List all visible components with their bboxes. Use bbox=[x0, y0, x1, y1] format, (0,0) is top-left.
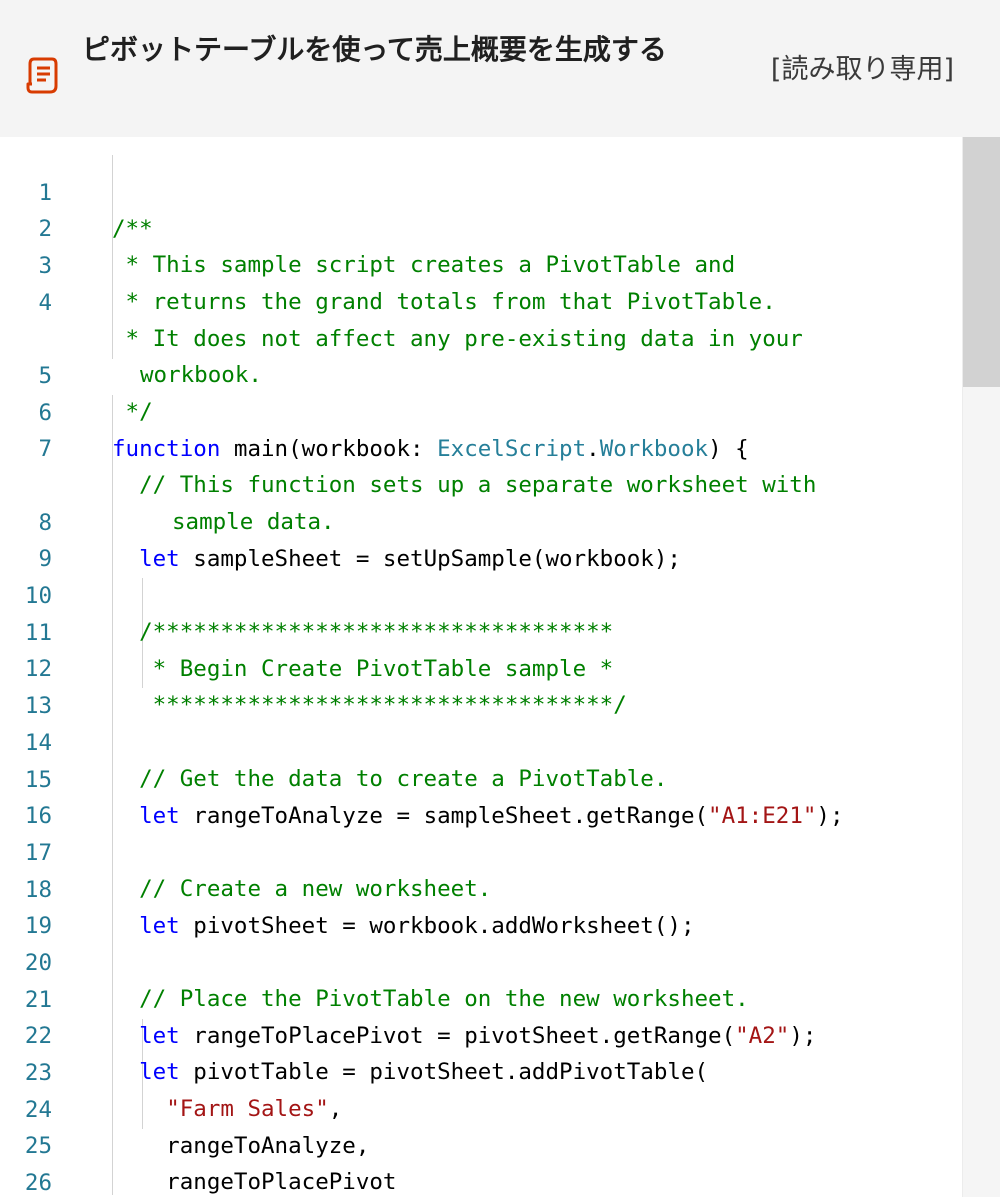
code-line: 2 * This sample script creates a PivotTa… bbox=[0, 175, 735, 278]
code-line: 21 let rangeToPlacePivot = pivotSheet.ge… bbox=[0, 946, 817, 1049]
code-text: let sampleSheet = setUpSample(workbook); bbox=[139, 546, 681, 572]
script-title: ピボットテーブルを使って売上概要を生成する bbox=[82, 33, 667, 66]
code-line: 11 * Begin Create PivotTable sample * bbox=[0, 579, 613, 682]
code-line: 19 bbox=[0, 872, 54, 939]
code-line: 6 function main(workbook: ExcelScript.Wo… bbox=[0, 359, 748, 462]
code-line: 1 /** bbox=[0, 139, 152, 242]
code-line: 24 rangeToAnalyze, bbox=[0, 1056, 369, 1159]
code-line: 8 let sampleSheet = setUpSample(workbook… bbox=[0, 469, 681, 572]
code-text: * This sample script creates a PivotTabl… bbox=[112, 252, 736, 278]
vertical-scrollbar[interactable] bbox=[962, 137, 1000, 1197]
code-text: let rangeToAnalyze = sampleSheet.getRang… bbox=[139, 803, 844, 829]
script-file-icon bbox=[26, 57, 58, 94]
code-line: 17 // Create a new worksheet. bbox=[0, 799, 491, 902]
code-line-wrap: workbook. bbox=[0, 285, 262, 388]
code-text: **********************************/ bbox=[112, 692, 627, 718]
code-line: 18 let pivotSheet = workbook.addWorkshee… bbox=[0, 836, 695, 939]
script-header: ピボットテーブルを使って売上概要を生成する [読み取り専用] bbox=[0, 0, 1000, 137]
code-line: 12 **********************************/ bbox=[0, 615, 627, 718]
code-text: sample data. bbox=[172, 509, 335, 535]
code-line: 20 // Place the PivotTable on the new wo… bbox=[0, 909, 749, 1012]
code-text: * Begin Create PivotTable sample * bbox=[112, 656, 614, 682]
code-text: rangeToAnalyze, bbox=[112, 1133, 370, 1159]
code-line: 13 bbox=[0, 652, 54, 719]
code-editor[interactable]: 1 /** 2 * This sample script creates a P… bbox=[0, 137, 1000, 1197]
code-line: 4 * It does not affect any pre-existing … bbox=[0, 249, 802, 352]
code-text: "Farm Sales", bbox=[166, 1096, 343, 1122]
code-line: 15 let rangeToAnalyze = sampleSheet.getR… bbox=[0, 726, 844, 829]
code-line: 23 "Farm Sales", bbox=[0, 1019, 342, 1122]
code-text: * It does not affect any pre-existing da… bbox=[112, 326, 803, 352]
code-text: function main(workbook: ExcelScript.Work… bbox=[112, 436, 749, 462]
code-line: 14 // Get the data to create a PivotTabl… bbox=[0, 689, 668, 792]
code-line: 27 bbox=[0, 1166, 54, 1197]
code-text: // Get the data to create a PivotTable. bbox=[112, 766, 668, 792]
code-text: */ bbox=[112, 399, 153, 425]
code-line: 10 /********************************** bbox=[0, 542, 613, 645]
code-text: /** bbox=[112, 216, 153, 242]
code-text: let pivotSheet = workbook.addWorksheet()… bbox=[139, 913, 695, 939]
code-text: /********************************** bbox=[112, 619, 614, 645]
code-text: // Place the PivotTable on the new works… bbox=[112, 986, 749, 1012]
code-text: // Create a new worksheet. bbox=[112, 876, 492, 902]
code-line: 22 let pivotTable = pivotSheet.addPivotT… bbox=[0, 982, 708, 1085]
read-only-badge: [読み取り専用] bbox=[770, 54, 954, 85]
code-text: let pivotTable = pivotSheet.addPivotTabl… bbox=[139, 1059, 709, 1085]
code-line: 7 // This function sets up a separate wo… bbox=[0, 395, 816, 498]
code-text: workbook. bbox=[140, 362, 262, 388]
code-line: 5 */ bbox=[0, 322, 152, 425]
code-line: 26 ); bbox=[0, 1129, 54, 1196]
code-line: 9 bbox=[0, 505, 54, 572]
code-line: 16 bbox=[0, 762, 54, 829]
scrollbar-thumb[interactable] bbox=[963, 137, 1000, 387]
code-text: rangeToPlacePivot bbox=[112, 1169, 397, 1195]
code-text: // This function sets up a separate work… bbox=[112, 472, 817, 498]
code-line: 3 * returns the grand totals from that P… bbox=[0, 212, 775, 315]
code-text: * returns the grand totals from that Piv… bbox=[112, 289, 776, 315]
code-line: 25 rangeToPlacePivot bbox=[0, 1092, 397, 1195]
code-text: let rangeToPlacePivot = pivotSheet.getRa… bbox=[139, 1023, 817, 1049]
code-line-wrap: sample data. bbox=[0, 432, 335, 535]
